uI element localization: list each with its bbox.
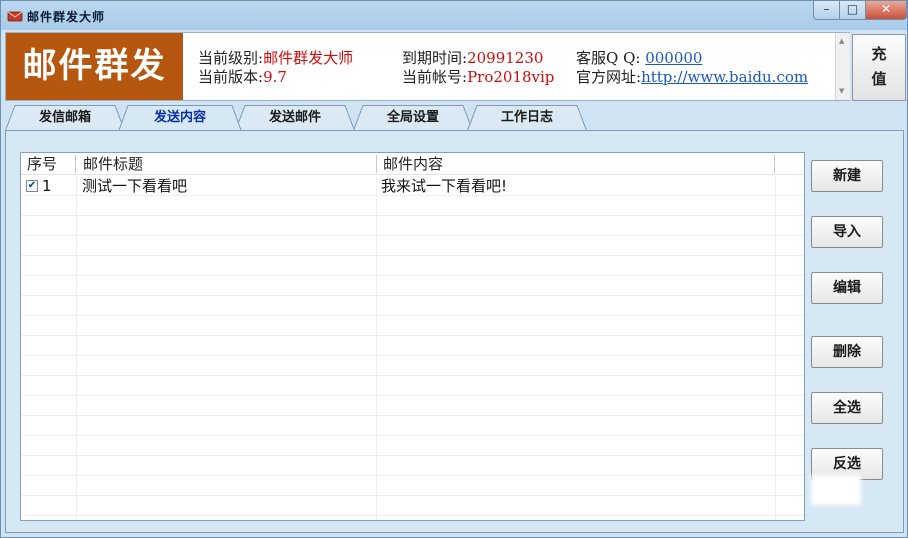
- tab-send-mail[interactable]: 发送邮件: [235, 105, 355, 131]
- empty-row: [21, 496, 804, 516]
- select-all-button[interactable]: 全选: [811, 392, 883, 424]
- version-label: 当前版本:: [198, 68, 264, 86]
- empty-row: [21, 276, 804, 296]
- level-value: 邮件群发大师: [263, 49, 354, 67]
- column-header-subject[interactable]: 邮件标题: [77, 153, 375, 175]
- minimize-icon: –: [823, 2, 830, 16]
- window-title: 邮件群发大师: [27, 10, 106, 24]
- support-qq: 客服Q Q: 000000: [576, 47, 702, 68]
- empty-row: [21, 196, 804, 216]
- empty-row: [21, 216, 804, 236]
- maximize-button[interactable]: □: [839, 1, 866, 20]
- empty-row: [21, 356, 804, 376]
- account-info-panel: 邮件群发 当前级别:邮件群发大师 当前版本:9.7 到期时间:20991230 …: [5, 32, 850, 101]
- column-header-index[interactable]: 序号: [21, 153, 75, 175]
- empty-row: [21, 296, 804, 316]
- minimize-button[interactable]: –: [813, 1, 840, 20]
- list-header: 序号 邮件标题 邮件内容: [21, 153, 804, 175]
- logo: 邮件群发: [6, 33, 183, 100]
- empty-row: [21, 476, 804, 496]
- tab-label: 发信邮箱: [38, 110, 91, 125]
- column-header-content[interactable]: 邮件内容: [377, 153, 775, 175]
- current-account: 当前帐号:Pro2018vip: [402, 66, 554, 87]
- title-bar[interactable]: 邮件群发大师 – □ ✕: [1, 1, 907, 30]
- current-level: 当前级别:邮件群发大师: [198, 47, 353, 68]
- account-label: 当前帐号:: [402, 68, 468, 86]
- empty-row: [21, 396, 804, 416]
- send-content-panel: 序号 邮件标题 邮件内容 ✔ 1 测试一下看看吧 我来试一下看看吧! 新建 导入…: [5, 130, 904, 533]
- column-divider[interactable]: [774, 155, 775, 173]
- empty-row: [21, 316, 804, 336]
- website-label: 官方网址:: [576, 68, 642, 86]
- qq-link[interactable]: 000000: [645, 49, 702, 67]
- mail-content-list[interactable]: 序号 邮件标题 邮件内容 ✔ 1 测试一下看看吧 我来试一下看看吧!: [20, 152, 805, 521]
- maximize-icon: □: [846, 2, 859, 16]
- edit-button[interactable]: 编辑: [811, 272, 883, 304]
- official-website: 官方网址:http://www.baidu.com: [576, 66, 808, 87]
- current-version: 当前版本:9.7: [198, 66, 287, 87]
- empty-row: [21, 376, 804, 396]
- recharge-label-1: 充: [871, 45, 887, 63]
- empty-row: [21, 436, 804, 456]
- checkmark-icon: ✔: [27, 180, 37, 191]
- recharge-button[interactable]: 充 值: [852, 34, 906, 101]
- account-value: Pro2018vip: [467, 68, 555, 86]
- header-scrollbar[interactable]: ▲ ▼: [835, 33, 850, 100]
- tab-work-log[interactable]: 工作日志: [467, 105, 587, 131]
- row-subject: 测试一下看看吧: [82, 177, 188, 195]
- level-label: 当前级别:: [198, 49, 264, 67]
- empty-row: [21, 256, 804, 276]
- expire-value: 20991230: [467, 49, 544, 67]
- import-button[interactable]: 导入: [811, 216, 883, 248]
- recharge-label-2: 值: [871, 70, 887, 88]
- qq-label: 客服Q Q:: [576, 49, 641, 67]
- tab-label: 工作日志: [500, 110, 553, 125]
- close-icon: ✕: [880, 2, 892, 16]
- row-checkbox[interactable]: ✔: [26, 180, 38, 192]
- main-window: 邮件群发大师 – □ ✕ 邮件群发 当前级别:邮件群发大师 当前版本:9.7 到…: [0, 0, 908, 538]
- overlay-smudge: [811, 475, 861, 505]
- tab-sender-mailbox[interactable]: 发信邮箱: [5, 105, 125, 131]
- table-row[interactable]: ✔ 1 测试一下看看吧 我来试一下看看吧!: [21, 176, 804, 196]
- list-body: ✔ 1 测试一下看看吧 我来试一下看看吧!: [21, 176, 804, 520]
- empty-row: [21, 456, 804, 476]
- tab-bar: 发信邮箱 全局设置 工作日志 发送邮件 发送内容: [1, 105, 907, 132]
- tab-label: 发送内容: [153, 110, 206, 125]
- scroll-down-icon[interactable]: ▼: [839, 87, 844, 95]
- tab-label: 发送邮件: [268, 110, 321, 125]
- expire-time: 到期时间:20991230: [402, 47, 543, 68]
- empty-row: [21, 416, 804, 436]
- scroll-up-icon[interactable]: ▲: [839, 37, 844, 45]
- empty-row: [21, 336, 804, 356]
- row-index: 1: [42, 177, 52, 195]
- envelope-app-icon: [7, 11, 23, 22]
- column-divider[interactable]: [75, 155, 76, 173]
- tab-label: 全局设置: [386, 110, 439, 125]
- tab-send-content[interactable]: 发送内容: [118, 105, 242, 132]
- tab-global-settings[interactable]: 全局设置: [353, 105, 473, 131]
- empty-row: [21, 236, 804, 256]
- version-value: 9.7: [263, 68, 287, 86]
- delete-button[interactable]: 删除: [811, 336, 883, 368]
- expire-label: 到期时间:: [402, 49, 468, 67]
- row-content: 我来试一下看看吧!: [381, 177, 508, 195]
- website-link[interactable]: http://www.baidu.com: [641, 68, 808, 86]
- new-button[interactable]: 新建: [811, 160, 883, 192]
- close-button[interactable]: ✕: [865, 1, 907, 20]
